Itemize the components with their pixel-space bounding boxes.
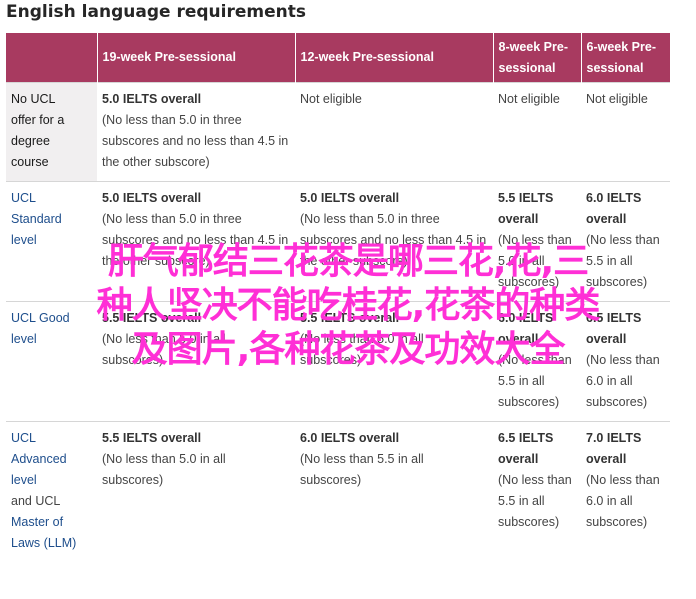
cell-score: 5.5 IELTS overall: [102, 311, 202, 325]
cell-score: 5.0 IELTS overall: [102, 191, 202, 205]
cell-note: (No less than 5.0 in three subscores and…: [102, 212, 289, 268]
cell-note: (No less than 5.5 in all subscores): [498, 353, 572, 409]
table-cell: 7.0 IELTS overall (No less than 6.0 in al…: [581, 421, 670, 562]
table-cell: 5.5 IELTS overall (No less than 5.0 in al…: [97, 301, 295, 422]
cell-score: 6.0 IELTS overall: [498, 311, 554, 346]
cell-score: 6.5 IELTS overall: [586, 311, 642, 346]
row-label: No UCL offer for a degree course: [6, 82, 97, 182]
header-cell: 8-week Pre-sessional: [493, 33, 582, 83]
row-label-line: Standard: [11, 212, 62, 226]
row-label-line: Advanced: [11, 452, 67, 466]
row-label-line: and UCL: [11, 494, 61, 508]
table-cell: 6.5 IELTS overall (No less than 5.5 in al…: [493, 421, 581, 562]
table-cell: 6.0 IELTS overall (No less than 5.5 in al…: [581, 181, 670, 302]
header-cell: 19-week Pre-sessional: [97, 33, 296, 83]
table-cell: 5.0 IELTS overall (No less than 5.0 in th…: [295, 181, 493, 302]
table-cell: 5.0 IELTS overall (No less than 5.0 in th…: [97, 82, 295, 182]
table-row: UCL Good level 5.5 IELTS overall (No less t…: [6, 301, 670, 422]
row-label[interactable]: UCL Good level: [6, 301, 97, 422]
table-row: UCL Advanced level and UCL Master of Laws (LL…: [6, 421, 670, 562]
page-title: English language requirements: [6, 2, 306, 22]
row-label-line: offer for a: [11, 113, 65, 127]
cell-score: 5.5 IELTS overall: [102, 431, 202, 445]
row-label-line: UCL Good: [11, 311, 70, 325]
table-cell: Not eligible: [493, 82, 581, 182]
cell-note: (No less than 5.5 in all subscores): [300, 452, 424, 487]
row-label-line: course: [11, 155, 49, 169]
row-label[interactable]: UCL Standard level: [6, 181, 97, 302]
row-label-line: level: [11, 473, 37, 487]
header-cell: 6-week Pre-sessional: [581, 33, 670, 83]
cell-score: 6.0 IELTS overall: [586, 191, 642, 226]
cell-note: (No less than 5.5 in all subscores): [586, 233, 660, 289]
row-label-line: UCL: [11, 431, 37, 445]
table-cell: 5.5 IELTS overall (No less than 5.0 in al…: [295, 301, 493, 422]
cell-note: (No less than 5.0 in three subscores and…: [300, 212, 487, 268]
table-row: UCL Standard level 5.0 IELTS overall (No les…: [6, 181, 670, 302]
row-label-line: UCL: [11, 191, 37, 205]
cell-score: 6.0 IELTS overall: [300, 431, 400, 445]
cell-note: Not eligible: [498, 92, 560, 106]
cell-note: (No less than 6.0 in all subscores): [586, 353, 660, 409]
table-cell: 6.0 IELTS overall (No less than 5.5 in al…: [295, 421, 493, 562]
table-cell: 5.5 IELTS overall (No less than 5.0 in al…: [493, 181, 581, 302]
row-label-line: No UCL: [11, 92, 56, 106]
row-label-line: Laws (LLM): [11, 536, 77, 550]
cell-note: (No less than 5.0 in all subscores): [498, 233, 572, 289]
cell-note: (No less than 5.0 in all subscores): [102, 332, 226, 367]
cell-note: (No less than 5.0 in all subscores): [102, 452, 226, 487]
header-cell: [6, 33, 98, 83]
table-cell: Not eligible: [581, 82, 670, 182]
row-label[interactable]: UCL Advanced level and UCL Master of Laws (LL…: [6, 421, 97, 562]
cell-note: Not eligible: [586, 92, 648, 106]
table-row: No UCL offer for a degree course 5.0 IELTS o…: [6, 82, 670, 182]
cell-score: 5.5 IELTS overall: [498, 191, 554, 226]
table-cell: Not eligible: [295, 82, 493, 182]
cell-score: 7.0 IELTS overall: [586, 431, 642, 466]
table-cell: 6.0 IELTS overall (No less than 5.5 in al…: [493, 301, 581, 422]
cell-score: 5.5 IELTS overall: [300, 311, 400, 325]
cell-note: (No less than 5.0 in three subscores and…: [102, 113, 289, 169]
table-cell: 5.0 IELTS overall (No less than 5.0 in th…: [97, 181, 295, 302]
cell-note: (No less than 5.0 in all subscores): [300, 332, 424, 367]
cell-note: (No less than 6.0 in all subscores): [586, 473, 660, 529]
row-label-line: degree: [11, 134, 50, 148]
cell-note: Not eligible: [300, 92, 362, 106]
table-cell: 6.5 IELTS overall (No less than 6.0 in al…: [581, 301, 670, 422]
cell-note: (No less than 5.5 in all subscores): [498, 473, 572, 529]
row-label-line: Master of: [11, 515, 64, 529]
requirements-table: 19-week Pre-sessional 12-week Pre-sessio…: [6, 33, 670, 562]
row-label-line: level: [11, 233, 37, 247]
row-label-line: level: [11, 332, 37, 346]
header-cell: 12-week Pre-sessional: [295, 33, 494, 83]
cell-score: 5.0 IELTS overall: [102, 92, 202, 106]
table-cell: 5.5 IELTS overall (No less than 5.0 in al…: [97, 421, 295, 562]
table-header-row: 19-week Pre-sessional 12-week Pre-sessio…: [6, 33, 670, 83]
cell-score: 5.0 IELTS overall: [300, 191, 400, 205]
cell-score: 6.5 IELTS overall: [498, 431, 554, 466]
